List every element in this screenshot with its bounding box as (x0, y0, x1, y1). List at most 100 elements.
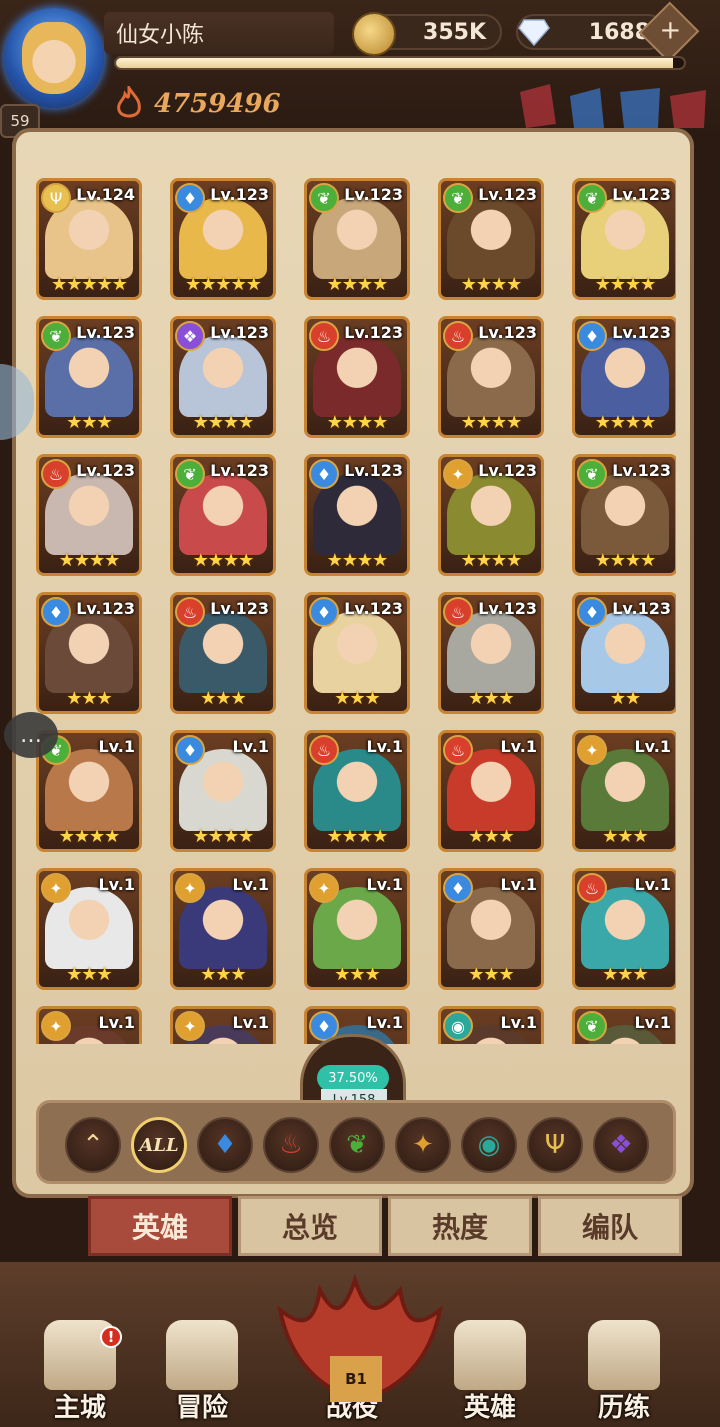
hero-card[interactable]: ✦Lv.1★★★ (572, 730, 676, 852)
hero-level: Lv.123 (76, 461, 135, 480)
water-drop-icon: ♦ (175, 183, 205, 213)
hero-stars: ★★★★ (460, 550, 523, 571)
hero-stars: ★★★★ (460, 412, 523, 433)
hero-level: Lv.123 (612, 599, 671, 618)
hero-stars: ★★★ (334, 688, 380, 709)
hero-card[interactable]: ✦Lv.1★★★ (36, 868, 142, 990)
hero-card[interactable]: ✦Lv.1★★★ (170, 1006, 276, 1044)
hero-level: Lv.123 (478, 323, 537, 342)
wings-icon[interactable]: Ψ (527, 1117, 583, 1173)
hero-card[interactable]: ✦Lv.1★★★ (304, 868, 410, 990)
hero-card[interactable]: ♦ Lv.1 ★★★★ (170, 730, 276, 852)
hero-card[interactable]: ✦ Lv.123 ★★★★ (438, 454, 544, 576)
tab-2[interactable]: 热度 (388, 1196, 532, 1256)
shadow-eye-icon[interactable]: ◉ (461, 1117, 517, 1173)
hero-card[interactable]: ❦ Lv.123 ★★★★ (572, 178, 676, 300)
chevron-up-icon[interactable]: ⌃ (65, 1117, 121, 1173)
sun-star-icon: ✦ (41, 1011, 71, 1041)
hero-card[interactable]: ♨ Lv.123 ★★★★ (304, 316, 410, 438)
hero-stars: ★★★ (66, 412, 112, 433)
sun-star-icon: ✦ (577, 735, 607, 765)
hero-stars: ★★★ (468, 688, 514, 709)
hero-stars: ★★★ (66, 964, 112, 985)
nav-bell-tower[interactable]: 历练 (578, 1320, 670, 1424)
water-drop-icon[interactable]: ♦ (197, 1117, 253, 1173)
hero-stars: ★★★★ (192, 550, 255, 571)
chat-bubble-icon[interactable]: … (4, 712, 58, 758)
avatar-portrait (22, 22, 86, 94)
hero-stars: ★★★★★ (185, 274, 262, 295)
hero-stars: ★★★ (200, 688, 246, 709)
hero-level: Lv.1 (98, 1013, 135, 1032)
player-avatar[interactable] (4, 8, 104, 108)
hero-stars: ★★★★★ (51, 274, 128, 295)
hero-card[interactable]: ♨ Lv.123 ★★★ (438, 592, 544, 714)
player-name[interactable]: 仙女小陈 (104, 12, 334, 54)
hero-level: Lv.1 (366, 1013, 403, 1032)
hero-card[interactable]: ♦ Lv.123 ★★★★ (572, 316, 676, 438)
hero-card[interactable]: ❦ Lv.123 ★★★★ (438, 178, 544, 300)
hero-card[interactable]: ♨ Lv.123 ★★★ (170, 592, 276, 714)
hero-card[interactable]: ❦ Lv.123 ★★★★ (304, 178, 410, 300)
flame-icon: ♨ (309, 321, 339, 351)
hero-card[interactable]: ❖ Lv.123 ★★★★ (170, 316, 276, 438)
hero-card[interactable]: ♦ Lv.123 ★★★ (304, 592, 410, 714)
leaf-icon: ❦ (443, 183, 473, 213)
hero-card[interactable]: ♦ Lv.1 ★★★ (438, 868, 544, 990)
hero-stars: ★★★★ (326, 412, 389, 433)
wings-icon: Ψ (41, 183, 71, 213)
hero-stars: ★★★★ (594, 274, 657, 295)
hero-stars: ★★★ (468, 964, 514, 985)
gold-counter[interactable]: 355K (352, 12, 502, 56)
hero-card[interactable]: ❦ Lv.123 ★★★★ (170, 454, 276, 576)
hero-card[interactable]: ♦ Lv.123 ★★★★ (304, 454, 410, 576)
hero-level: Lv.123 (344, 185, 403, 204)
hero-helmet-icon (454, 1320, 526, 1390)
hero-card[interactable]: ❦Lv.1★★★ (572, 1006, 676, 1044)
hero-level: Lv.123 (210, 323, 269, 342)
hero-card[interactable]: ◉Lv.1★★★ (438, 1006, 544, 1044)
hero-level: Lv.1 (500, 737, 537, 756)
hero-card[interactable]: ♦ Lv.123 ★★★★★ (170, 178, 276, 300)
hero-card[interactable]: ♦ Lv.123 ★★★ (36, 592, 142, 714)
hero-level: Lv.123 (478, 599, 537, 618)
hero-stars: ★★★★ (326, 274, 389, 295)
hero-stars: ★★★ (468, 826, 514, 847)
tab-0[interactable]: 英雄 (88, 1196, 232, 1256)
hero-card[interactable]: ♨ Lv.123 ★★★★ (36, 454, 142, 576)
hero-card[interactable]: ♨ Lv.1 ★★★ (572, 868, 676, 990)
hero-level: Lv.1 (634, 737, 671, 756)
void-diamond-icon: ❖ (175, 321, 205, 351)
sun-star-icon: ✦ (175, 1011, 205, 1041)
filter-all-button[interactable]: ALL (131, 1117, 187, 1173)
hero-card[interactable]: ♨ Lv.1 ★★★★ (304, 730, 410, 852)
hero-card[interactable]: ✦Lv.1★★★ (36, 1006, 142, 1044)
hero-level: Lv.123 (344, 323, 403, 342)
nav-label: 历练 (597, 1393, 650, 1423)
tab-3[interactable]: 编队 (538, 1196, 682, 1256)
flame-icon[interactable]: ♨ (263, 1117, 319, 1173)
nav-scroll-map[interactable]: 冒险 (156, 1320, 248, 1424)
water-drop-icon: ♦ (443, 873, 473, 903)
hero-card[interactable]: ♨ Lv.123 ★★★★ (438, 316, 544, 438)
notification-badge: ! (100, 1326, 122, 1348)
hero-stars: ★★★★ (58, 826, 121, 847)
hero-stars: ★★★★ (594, 550, 657, 571)
water-drop-icon: ♦ (175, 735, 205, 765)
hero-level: Lv.1 (232, 737, 269, 756)
hero-card[interactable]: ♦ Lv.123 ★★ (572, 592, 676, 714)
tab-1[interactable]: 总览 (238, 1196, 382, 1256)
scroll-map-icon (166, 1320, 238, 1390)
nav-label: 主城 (53, 1393, 106, 1423)
sun-star-icon[interactable]: ✦ (395, 1117, 451, 1173)
leaf-icon[interactable]: ❦ (329, 1117, 385, 1173)
hero-card[interactable]: ♨ Lv.1 ★★★ (438, 730, 544, 852)
hero-level: Lv.1 (500, 1013, 537, 1032)
hero-level: Lv.123 (210, 185, 269, 204)
hero-card[interactable]: Ψ Lv.124 ★★★★★ (36, 178, 142, 300)
hero-card[interactable]: ✦Lv.1★★★ (170, 868, 276, 990)
hero-card[interactable]: ❦ Lv.123 ★★★★ (572, 454, 676, 576)
void-diamond-icon[interactable]: ❖ (593, 1117, 649, 1173)
hero-card[interactable]: ❦ Lv.123 ★★★ (36, 316, 142, 438)
hero-level: Lv.123 (344, 599, 403, 618)
